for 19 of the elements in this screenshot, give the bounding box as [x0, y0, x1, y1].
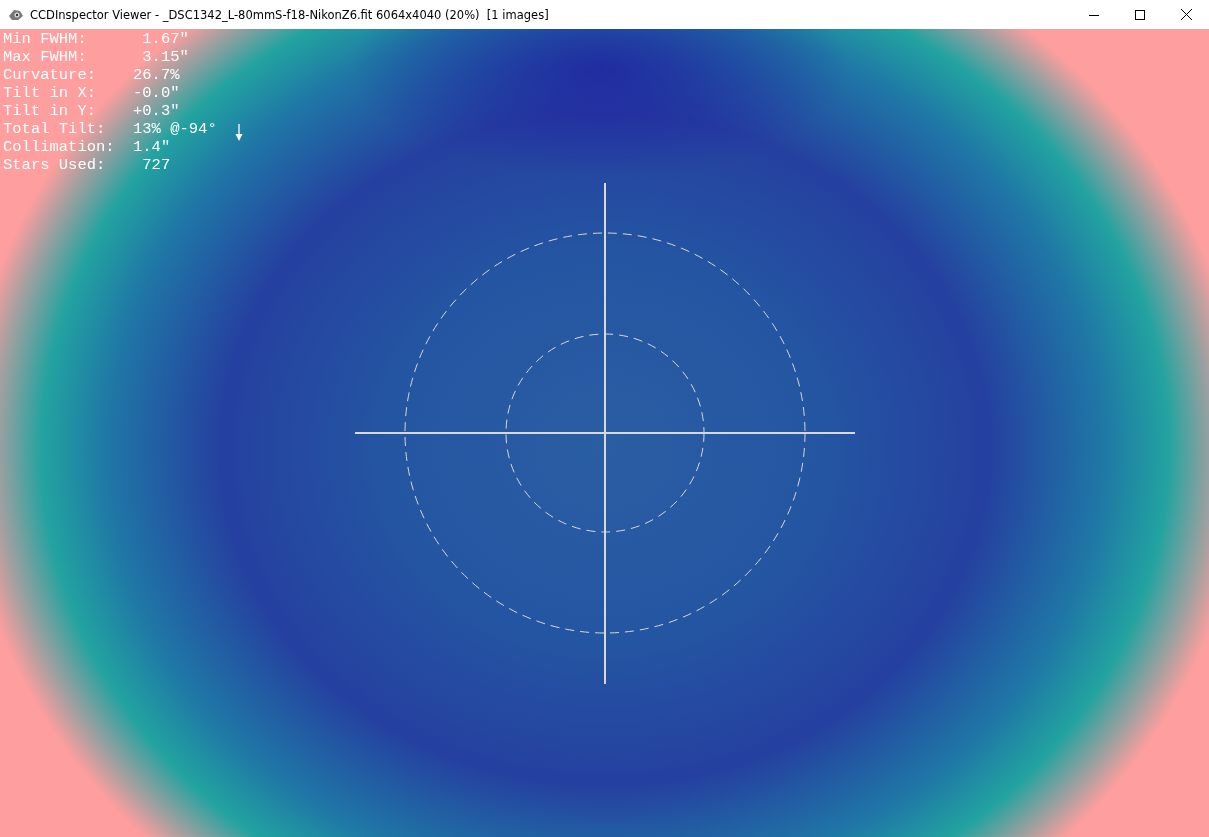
stat-label: Total Tilt: [3, 120, 107, 138]
app-icon [8, 7, 24, 22]
stat-value: +0.3" [133, 102, 180, 120]
stat-value: 3.15" [141, 48, 189, 66]
stat-value: 13% @-94° [133, 120, 217, 138]
stat-label: Curvature: [3, 66, 97, 84]
stat-value: 26.7% [133, 66, 180, 84]
maximize-icon [1135, 9, 1145, 20]
close-icon [1180, 9, 1192, 20]
stat-value: -0.0" [133, 84, 180, 102]
stat-label: Max FWHM: [3, 48, 88, 66]
stat-label: Tilt in Y: [3, 102, 97, 120]
stat-value: 1.67" [141, 30, 189, 48]
stat-label: Min FWHM: [3, 30, 88, 48]
window-title: CCDInspector Viewer - _DSC1342_L-80mmS-f18-NikonZ6.fit 6064x4040 (20%) [1 images] [30, 7, 550, 22]
stat-value: 1.4" [133, 138, 171, 156]
stat-label: Stars Used: [3, 156, 107, 174]
stat-value: 727 [141, 156, 171, 174]
stat-label: Tilt in X: [3, 84, 97, 102]
